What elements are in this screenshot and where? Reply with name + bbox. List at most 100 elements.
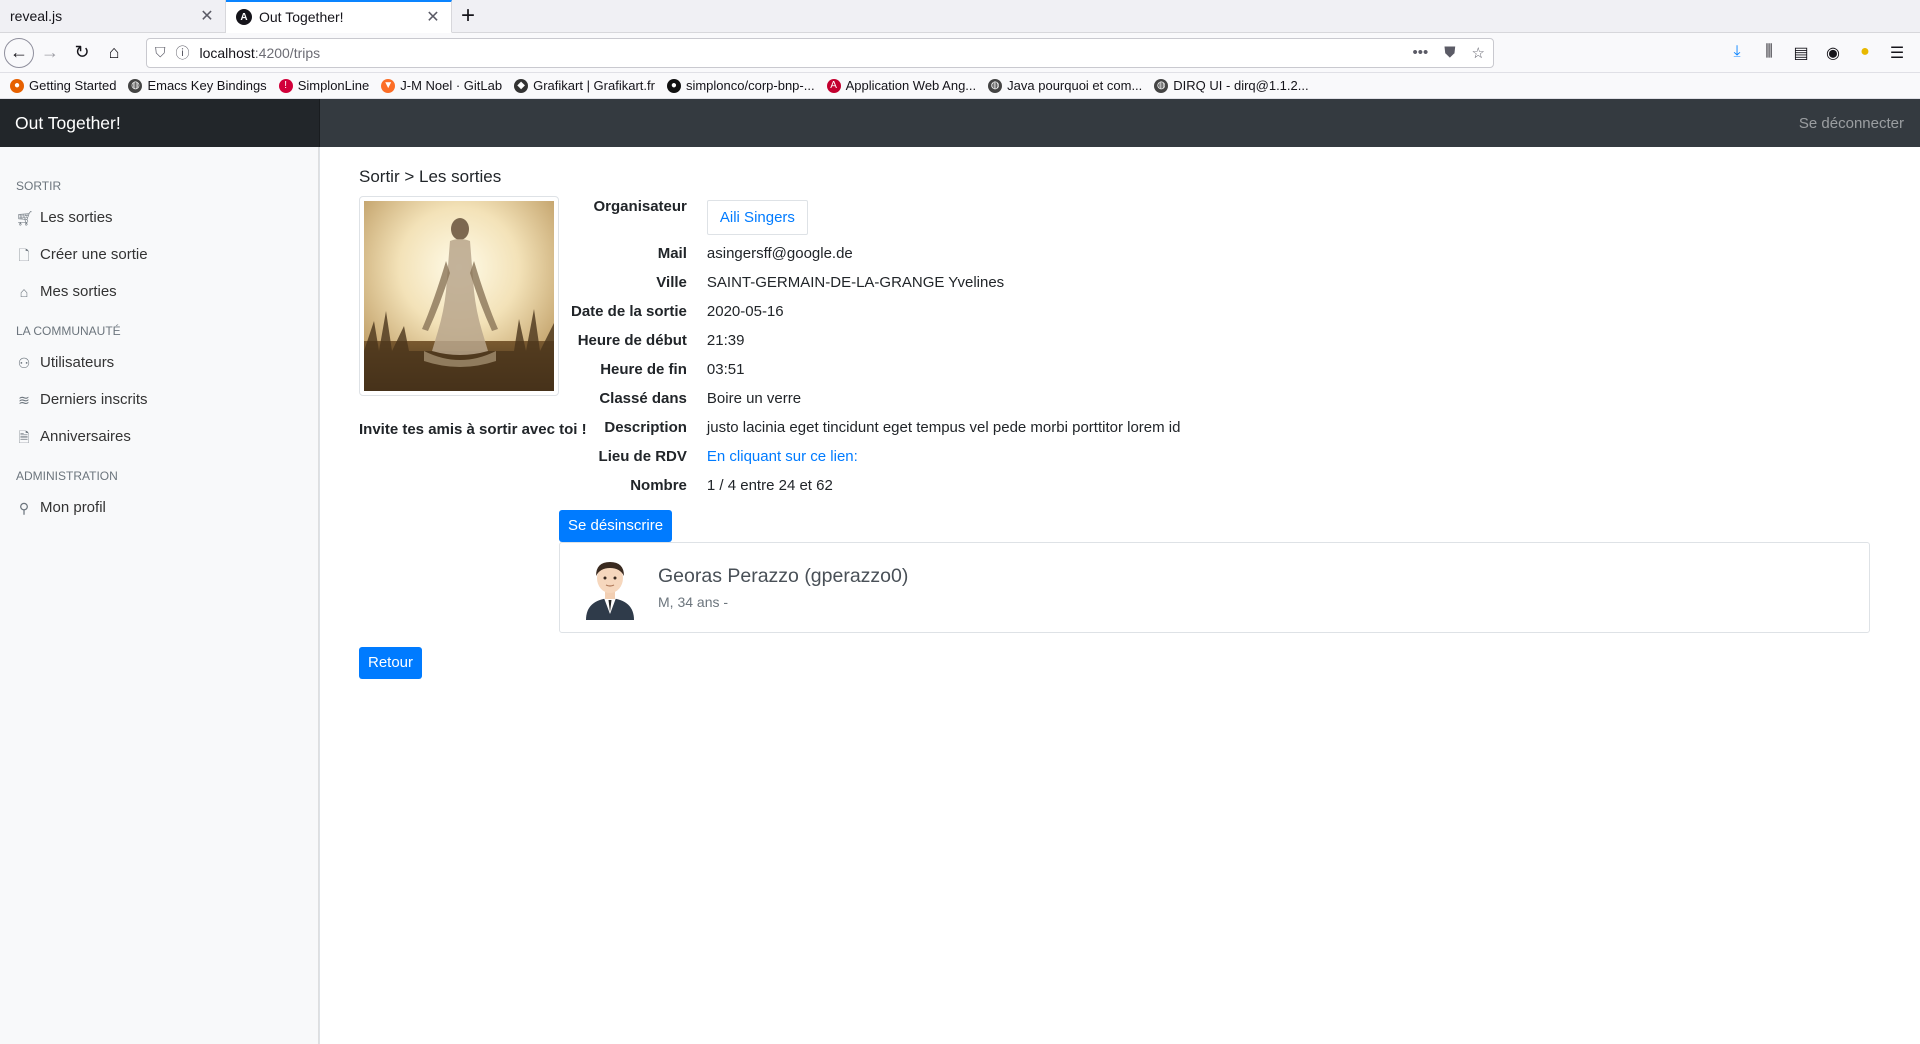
participant-meta: M, 34 ans - xyxy=(658,594,729,610)
sidebar-item[interactable]: 🗋 Créer une sortie xyxy=(0,236,319,273)
sidebar-item[interactable]: ≋ Derniers inscrits xyxy=(0,381,319,418)
arrow-right-icon: → xyxy=(41,42,59,62)
sidebar-item[interactable]: ⚲ Mon profil xyxy=(0,489,319,526)
angular-icon: A xyxy=(826,78,841,93)
bookmark-item[interactable]: ! SimplonLine xyxy=(278,78,370,93)
sidebar-item[interactable]: ⌂ Mes sorties xyxy=(0,273,319,310)
date-value: 2020-05-16 xyxy=(706,303,784,320)
sidebar-item[interactable]: ⚇ Utilisateurs xyxy=(0,344,319,381)
url-bar[interactable]: ⛉ ⓘ localhost:4200/trips ••• ⛊ ☆ xyxy=(146,37,1494,68)
home-button[interactable]: ⌂ xyxy=(98,37,130,69)
meditation-image xyxy=(364,201,554,391)
bookmark-item[interactable]: ◍ DIRQ UI - dirq@1.1.2... xyxy=(1154,78,1309,93)
bookmark-item[interactable]: ◆ Grafikart | Grafikart.fr xyxy=(514,78,655,93)
row-organisateur: Organisateur Aili Singers xyxy=(571,196,1180,239)
library-icon[interactable]: ⫼ xyxy=(1758,43,1780,63)
browser-nav-bar: ← → ↻ ⌂ ⛉ ⓘ localhost:4200/trips ••• ⛊ ☆… xyxy=(0,33,1920,73)
back-button[interactable]: Retour xyxy=(359,647,423,679)
globe-icon: ◍ xyxy=(1154,78,1169,93)
bookmark-label: SimplonLine xyxy=(297,78,370,93)
new-tab-button[interactable]: + xyxy=(452,0,484,32)
download-icon[interactable]: ⤓ xyxy=(1726,43,1748,63)
fin-label: Heure de fin xyxy=(600,361,687,378)
mail-label: Mail xyxy=(657,245,687,262)
tab-revealjs[interactable]: reveal.js ✕ xyxy=(0,0,226,32)
logout-link[interactable]: Se déconnecter xyxy=(1799,115,1920,132)
file-text-icon: 🗎 xyxy=(18,428,30,445)
bookmarks-bar: ● Getting Started ◍ Emacs Key Bindings! Simp… xyxy=(0,73,1920,99)
bookmark-label: Emacs Key Bindings xyxy=(147,78,267,93)
bookmark-label: Application Web Ang... xyxy=(845,78,977,93)
businessman-avatar-icon xyxy=(586,561,634,620)
bookmark-label: J-M Noel · GitLab xyxy=(400,78,503,93)
participant-name: Georas Perazzo (gperazzo0) xyxy=(658,565,909,587)
classe-label: Classé dans xyxy=(599,390,687,407)
star-icon[interactable]: ☆ xyxy=(1472,44,1485,62)
sidebar-group: LA COMMUNAUTÉ ⚇ Utilisateurs ≋ Derniers insc… xyxy=(0,324,319,455)
sidebar-item-label: Les sorties xyxy=(40,209,113,226)
sidebar-item-label: Mes sorties xyxy=(40,283,117,300)
description-value: justo lacinia eget tincidunt eget tempus… xyxy=(706,419,1181,436)
nombre-value: 1 / 4 entre 24 et 62 xyxy=(706,477,833,494)
nombre-label: Nombre xyxy=(630,477,687,494)
invite-text: Invite tes amis à sortir avec toi ! xyxy=(359,421,587,438)
row-fin: Heure de fin 03:51 xyxy=(571,355,1180,384)
close-icon[interactable]: ✕ xyxy=(425,7,441,27)
sidebar-heading: SORTIR xyxy=(16,179,62,193)
back-button[interactable]: ← xyxy=(4,37,34,68)
row-debut: Heure de début 21:39 xyxy=(571,326,1180,355)
layers-icon: ≋ xyxy=(18,391,30,408)
debut-label: Heure de début xyxy=(577,332,687,349)
file-icon: 🗋 xyxy=(18,246,30,263)
classe-value: Boire un verre xyxy=(706,390,802,407)
main-content: Sortir > Les sorties Invite tes amis à s… xyxy=(320,147,1920,1044)
brand[interactable]: Out Together! xyxy=(0,99,320,147)
bookmark-item[interactable]: ▼ J-M Noel · GitLab xyxy=(381,78,502,93)
firefox-icon: ● xyxy=(10,78,24,93)
info-icon[interactable]: ⓘ xyxy=(176,43,190,63)
bookmark-label: Getting Started xyxy=(29,78,117,93)
unsubscribe-button[interactable]: Se désinscrire xyxy=(559,510,673,542)
reload-button[interactable]: ↻ xyxy=(66,37,98,69)
shield-icon[interactable]: ⛉ xyxy=(155,44,166,61)
users-icon: ⚇ xyxy=(17,354,31,371)
rdv-link[interactable]: En cliquant sur ce lien: xyxy=(707,448,858,465)
bookmark-item[interactable]: ● Getting Started xyxy=(10,78,116,93)
description-label: Description xyxy=(604,419,687,436)
bookmark-item[interactable]: ● simplonco/corp-bnp-... xyxy=(666,78,815,93)
row-mail: Mail asingersff@google.de xyxy=(571,239,1180,268)
trip-image xyxy=(359,196,559,396)
bookmark-label: simplonco/corp-bnp-... xyxy=(685,78,815,93)
organisateur-button[interactable]: Aili Singers xyxy=(706,200,808,235)
sidebar-item[interactable]: 🗎 Anniversaires xyxy=(0,418,319,455)
home-icon: ⌂ xyxy=(19,283,29,300)
account-icon[interactable]: ◉ xyxy=(1822,43,1844,63)
bookmark-item[interactable]: ◍ Emacs Key Bindings xyxy=(128,78,267,93)
forward-button[interactable]: → xyxy=(34,37,66,69)
angular-icon: A xyxy=(236,9,252,25)
globe-icon: ◍ xyxy=(988,78,1003,93)
url-host: localhost xyxy=(199,44,255,61)
extension-icon[interactable]: ● xyxy=(1854,43,1876,63)
row-description: Description justo lacinia eget tincidunt… xyxy=(571,413,1180,442)
sidebar: SORTIR 🛒︎ Les sorties 🗋 Créer une sortie ⌂ Mes… xyxy=(0,147,320,1044)
sidebar-item-label: Créer une sortie xyxy=(40,246,148,263)
pocket-icon[interactable]: ⛊ xyxy=(1444,44,1455,61)
sidebar-heading: ADMINISTRATION xyxy=(16,469,118,483)
bookmark-item[interactable]: A Application Web Ang... xyxy=(826,78,977,93)
menu-icon[interactable]: ☰ xyxy=(1886,43,1908,63)
tab-out-together[interactable]: A Out Together! ✕ xyxy=(226,0,452,33)
bookmark-item[interactable]: ◍ Java pourquoi et com... xyxy=(988,78,1142,93)
participant-card[interactable]: Georas Perazzo (gperazzo0) M, 34 ans - xyxy=(559,542,1870,633)
toolbar-icons: ⤓ ⫼ ▤ ◉ ● ☰ xyxy=(1726,43,1916,63)
reload-icon: ↻ xyxy=(74,42,90,62)
fin-value: 03:51 xyxy=(706,361,745,378)
bookmark-label: Java pourquoi et com... xyxy=(1007,78,1143,93)
close-icon[interactable]: ✕ xyxy=(199,6,215,26)
more-icon[interactable]: ••• xyxy=(1413,44,1429,61)
sidebar-item[interactable]: 🛒︎ Les sorties xyxy=(0,199,319,236)
sidebar-icon[interactable]: ▤ xyxy=(1790,43,1812,63)
trip-detail: Invite tes amis à sortir avec toi ! Orga… xyxy=(359,196,1880,633)
debut-value: 21:39 xyxy=(706,332,745,349)
row-date: Date de la sortie 2020-05-16 xyxy=(571,297,1180,326)
